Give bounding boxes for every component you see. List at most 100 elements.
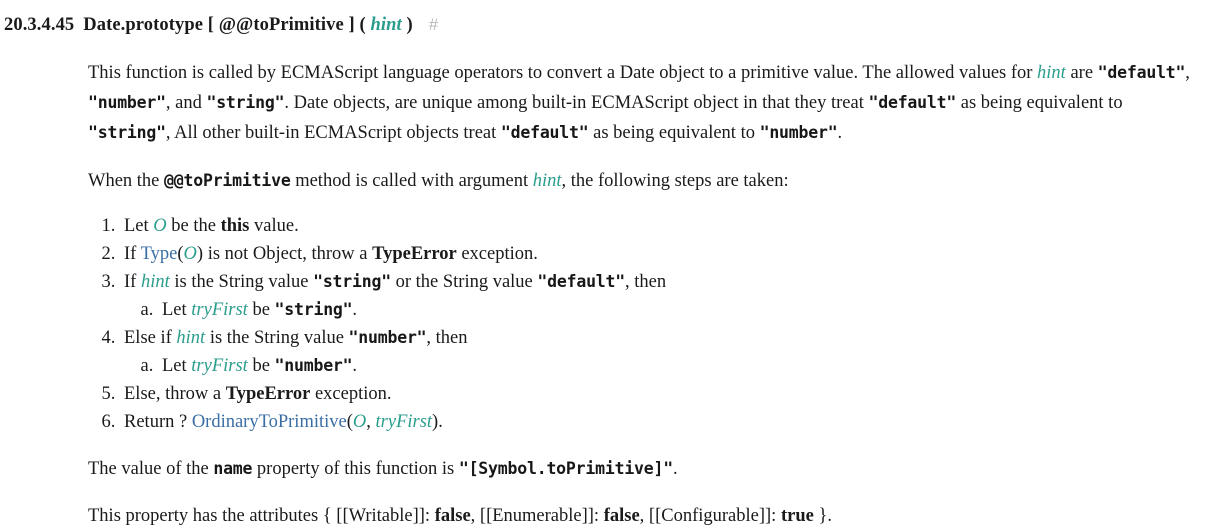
algorithm-step-4a: Let tryFirst be "number". [158,352,1208,380]
intro-param-hint: hint [1037,63,1066,83]
step2-text-1: If [124,244,141,264]
attrs-text-2: , [[Enumerable]]: [470,506,604,526]
intro-code-default: "default" [1097,63,1186,82]
intro-code-string-2: "string" [88,123,166,142]
algorithm-step-6: Return ? OrdinaryToPrimitive(O, tryFirst… [120,408,1208,436]
step1-var-o: O [153,216,167,236]
clause-title-signature-pre: Date.prototype [ @@toPrimitive ] ( [83,15,371,35]
attrs-configurable-value: true [780,506,814,526]
step1-keyword-this: this [220,216,250,236]
step4-var-hint: hint [176,328,206,348]
intro-code-string: "string" [206,93,285,112]
step4a-var-tryfirst: tryFirst [191,356,248,376]
name-property-paragraph: The value of the name property of this f… [88,454,1193,484]
clause-heading: 20.3.4.45 Date.prototype [ @@toPrimitive … [4,10,1208,40]
algorithm-step-3: If hint is the String value "string" or … [120,268,1208,324]
step6-text-1: Return ? [124,412,192,432]
intro-text-1: This function is called by ECMAScript la… [88,63,1038,83]
step6-link-ordinarytoprimitive[interactable]: OrdinaryToPrimitive [192,412,347,432]
algorithm-step-4-substeps: Let tryFirst be "number". [124,352,1208,380]
step4-text-3: , then [426,328,468,348]
step3a-text-3: . [352,300,358,320]
intro-code-default-2: "default" [868,93,957,112]
step4a-text-2: be [247,356,275,376]
step2-text-4: exception. [456,244,538,264]
intro-text-3: , [1185,63,1190,83]
step5-text-2: exception. [310,384,392,404]
intro-code-default-3: "default" [500,123,589,142]
step3-code-string: "string" [313,272,391,291]
step5-text-1: Else, throw a [124,384,226,404]
step3-text-1: If [124,272,141,292]
step3-var-hint: hint [140,272,170,292]
step6-var-tryfirst: tryFirst [375,412,433,432]
algorithm-step-2: If Type(O) is not Object, throw a TypeEr… [120,240,1208,268]
step3a-text-2: be [247,300,275,320]
step6-text-4: ). [432,412,443,432]
intro-paragraph: This function is called by ECMAScript la… [88,58,1193,148]
clause-title-signature-post: ) [401,15,413,35]
nameprop-code-symbol-toprimitive: "[Symbol.toPrimitive]" [458,459,673,478]
step3a-text-1: Let [162,300,192,320]
clause-number: 20.3.4.45 [4,15,75,35]
intro-code-number: "number" [88,93,166,112]
step3-text-3: or the String value [390,272,538,292]
steps-intro-text-1: When the [88,171,165,191]
algorithm-steps-list: Let O be the this value. If Type(O) is n… [88,212,1208,436]
algorithm-step-4: Else if hint is the String value "number… [120,324,1208,380]
nameprop-code-name: name [213,459,253,478]
attrs-text-3: , [[Configurable]]: [639,506,781,526]
step3-code-default: "default" [537,272,626,291]
intro-text-6: as being equivalent to [956,93,1123,113]
nameprop-text-3: . [673,459,678,479]
step5-keyword-typeerror: TypeError [225,384,311,404]
attributes-paragraph: This property has the attributes { [[Wri… [88,502,1193,531]
attrs-enumerable-value: false [603,506,640,526]
clause-title-parameter: hint [370,15,402,35]
nameprop-text-2: property of this function is [252,459,459,479]
trailing-paragraphs: The value of the name property of this f… [88,454,1208,531]
step4a-text-3: . [352,356,358,376]
step1-text-3: value. [249,216,299,236]
step3a-var-tryfirst: tryFirst [191,300,248,320]
steps-intro-paragraph: When the @@toPrimitive method is called … [88,166,1193,196]
step6-text-3: , [366,412,376,432]
step4a-code-number: "number" [274,356,353,375]
step2-var-o: O [183,244,197,264]
intro-text-4: , and [165,93,207,113]
intro-code-number-2: "number" [759,123,838,142]
steps-intro-code-toprimitive: @@toPrimitive [164,171,291,190]
steps-intro-text-3: , the following steps are taken: [561,171,789,191]
algorithm-step-5: Else, throw a TypeError exception. [120,380,1208,408]
intro-text-2: are [1065,63,1098,83]
step3a-code-string: "string" [274,300,353,319]
steps-intro-param-hint: hint [532,171,562,191]
steps-intro-text-2: method is called with argument [290,171,533,191]
intro-text-9: . [837,123,843,143]
nameprop-text-1: The value of the [88,459,214,479]
step4-text-2: is the String value [205,328,349,348]
step1-text-1: Let [124,216,154,236]
algorithm-step-3a: Let tryFirst be "string". [158,296,1208,324]
attrs-text-1: This property has the attributes { [[Wri… [88,506,435,526]
attrs-text-4: }. [813,506,832,526]
algorithm-step-3-substeps: Let tryFirst be "string". [124,296,1208,324]
step1-text-2: be the [166,216,221,236]
step2-keyword-typeerror: TypeError [372,244,457,264]
step6-var-o: O [352,412,367,432]
step4a-text-1: Let [162,356,192,376]
step4-code-number: "number" [348,328,427,347]
algorithm-step-1: Let O be the this value. [120,212,1208,240]
spec-clause-page: 20.3.4.45 Date.prototype [ @@toPrimitive … [0,0,1208,532]
anchor-link-icon[interactable]: # [429,15,439,34]
clause-title: Date.prototype [ @@toPrimitive ] ( hint … [83,15,413,35]
clause-body: This function is called by ECMAScript la… [88,58,1208,531]
step2-link-type[interactable]: Type [141,244,178,264]
step3-text-4: , then [625,272,667,292]
intro-text-7: , All other built-in ECMAScript objects … [165,123,501,143]
step4-text-1: Else if [124,328,177,348]
intro-text-8: as being equivalent to [588,123,760,143]
attrs-writable-value: false [434,506,471,526]
step3-text-2: is the String value [169,272,314,292]
step2-text-3: ) is not Object, throw a [196,244,373,264]
